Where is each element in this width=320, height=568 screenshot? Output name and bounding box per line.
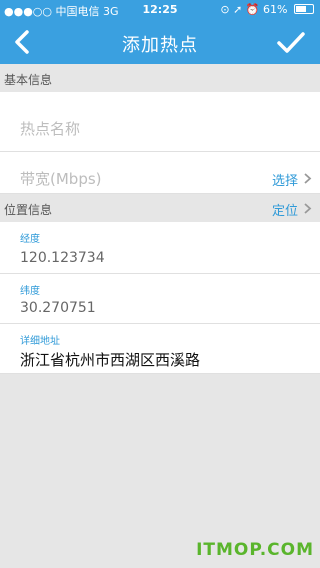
latitude-value: 30.270751 [20,300,96,316]
address-field[interactable]: 详细地址 浙江省杭州市西湖区西溪路 [0,324,320,374]
bandwidth-field[interactable]: 带宽(Mbps) 选择 [0,152,320,194]
latitude-field[interactable]: 纬度 30.270751 [0,274,320,324]
bandwidth-placeholder: 带宽(Mbps) [20,170,102,188]
battery-fill [296,6,306,12]
basic-info-label: 基本信息 [4,73,53,87]
bandwidth-select-button[interactable]: 选择 [272,170,298,189]
address-value: 浙江省杭州市西湖区西溪路 [20,351,201,369]
chevron-right-icon [304,173,312,184]
location-arrow-icon: ➚ [233,3,243,16]
location-info-label: 位置信息 [4,203,53,217]
battery-percent: 61% [263,3,288,16]
hotspot-name-field[interactable]: 热点名称 [0,92,320,152]
alarm-icon: ⏰ [245,3,260,16]
status-right: ⊙ ➚ ⏰ 61% [220,3,314,16]
rotation-lock-icon: ⊙ [220,3,230,16]
hotspot-name-placeholder: 热点名称 [20,120,81,138]
basic-info-header: 基本信息 [0,64,320,92]
longitude-field[interactable]: 经度 120.123734 [0,222,320,274]
navigation-bar: 添加热点 [0,20,320,64]
address-label: 详细地址 [20,336,60,347]
location-info-header: 位置信息 定位 [0,194,320,222]
page-title: 添加热点 [122,35,198,56]
checkmark-icon[interactable] [276,28,306,58]
locate-button[interactable]: 定位 [272,200,298,219]
longitude-label: 经度 [20,234,40,245]
latitude-label: 纬度 [20,286,40,297]
longitude-value: 120.123734 [20,250,105,266]
battery-icon [294,4,314,14]
status-bar: ●●●○○ 中国电信 3G 12:25 ⊙ ➚ ⏰ 61% [0,0,320,20]
chevron-right-icon [304,203,312,214]
watermark-text: ITMOP.COM [196,540,314,560]
